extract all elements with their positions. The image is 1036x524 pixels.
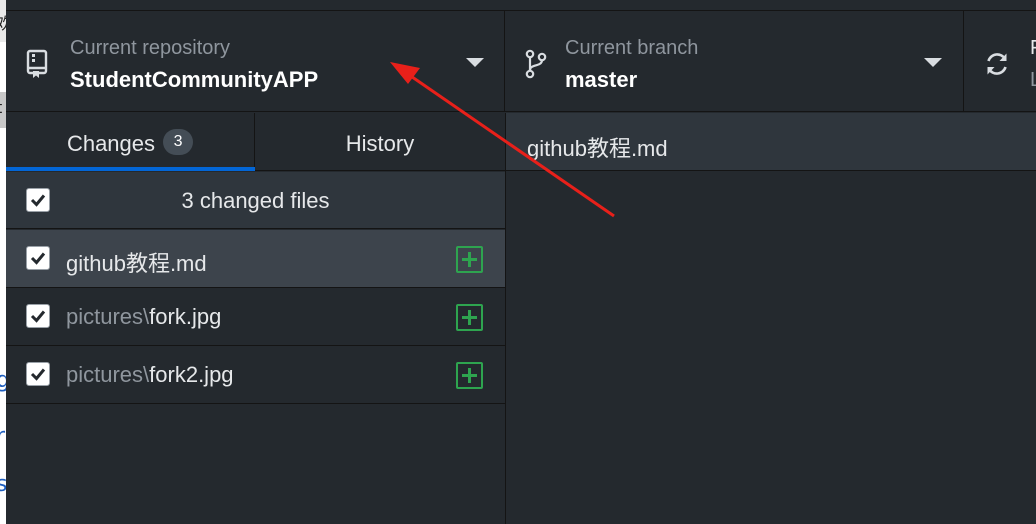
- file-path: pictures\fork.jpg: [66, 304, 221, 330]
- toolbar: Current repository StudentCommunityAPP C…: [6, 10, 1036, 112]
- file-added-icon: [456, 304, 483, 331]
- file-include-checkbox[interactable]: [26, 304, 50, 328]
- diff-view[interactable]: [505, 171, 1036, 524]
- tab-history[interactable]: History: [255, 113, 505, 170]
- sync-icon: [984, 51, 1010, 82]
- chevron-down-icon: [466, 58, 484, 67]
- changes-list-header: 3 changed files: [6, 172, 505, 229]
- branch-label: Current branch: [565, 37, 699, 59]
- changed-file-row[interactable]: pictures\fork2.jpg: [6, 346, 505, 404]
- file-dir: pictures\: [66, 362, 150, 387]
- file-path: github教程.md: [66, 246, 207, 278]
- file-include-checkbox[interactable]: [26, 362, 50, 386]
- repository-selector[interactable]: Current repository StudentCommunityAPP: [6, 11, 505, 111]
- file-dir: pictures\: [66, 304, 150, 329]
- file-name: fork2.jpg: [149, 362, 234, 387]
- file-name: fork.jpg: [149, 304, 222, 329]
- changed-file-row[interactable]: pictures\fork.jpg: [6, 288, 505, 346]
- repository-label: Current repository: [70, 37, 231, 59]
- file-include-checkbox[interactable]: [26, 246, 50, 270]
- file-added-icon: [456, 246, 483, 273]
- tab-changes-label: Changes: [66, 131, 156, 156]
- chevron-down-icon: [924, 58, 942, 67]
- changes-count-badge: 3: [163, 129, 194, 156]
- fetch-origin-button[interactable]: F L: [964, 11, 1036, 111]
- fetch-subtitle: L: [1030, 69, 1036, 91]
- file-added-icon: [456, 362, 483, 389]
- check-icon: [30, 310, 46, 323]
- check-icon: [30, 368, 46, 381]
- tab-history-label: History: [345, 131, 415, 156]
- repo-icon: [26, 49, 48, 84]
- tab-changes[interactable]: Changes 3: [6, 113, 255, 171]
- diff-file-header: github教程.md: [505, 113, 1036, 171]
- sidebar-tabs: Changes 3 History: [6, 113, 505, 171]
- git-branch-icon: [525, 49, 547, 84]
- changes-list-empty-area: [6, 404, 505, 524]
- fetch-title: F: [1030, 37, 1036, 60]
- file-name: github教程.md: [66, 251, 207, 276]
- background-window-link: r: [0, 424, 6, 449]
- github-desktop-window: 欢 t g r s Current repository StudentComm…: [0, 0, 1036, 524]
- branch-selector[interactable]: Current branch master: [505, 11, 964, 111]
- check-icon: [30, 252, 46, 265]
- file-path: pictures\fork2.jpg: [66, 362, 234, 388]
- changed-files-summary: 3 changed files: [181, 188, 330, 213]
- diff-file-name: github教程.md: [527, 136, 668, 161]
- repository-name: StudentCommunityAPP: [70, 67, 319, 92]
- branch-name: master: [565, 67, 638, 92]
- background-window-char: t: [0, 98, 2, 117]
- changed-file-row[interactable]: github教程.md: [6, 230, 505, 288]
